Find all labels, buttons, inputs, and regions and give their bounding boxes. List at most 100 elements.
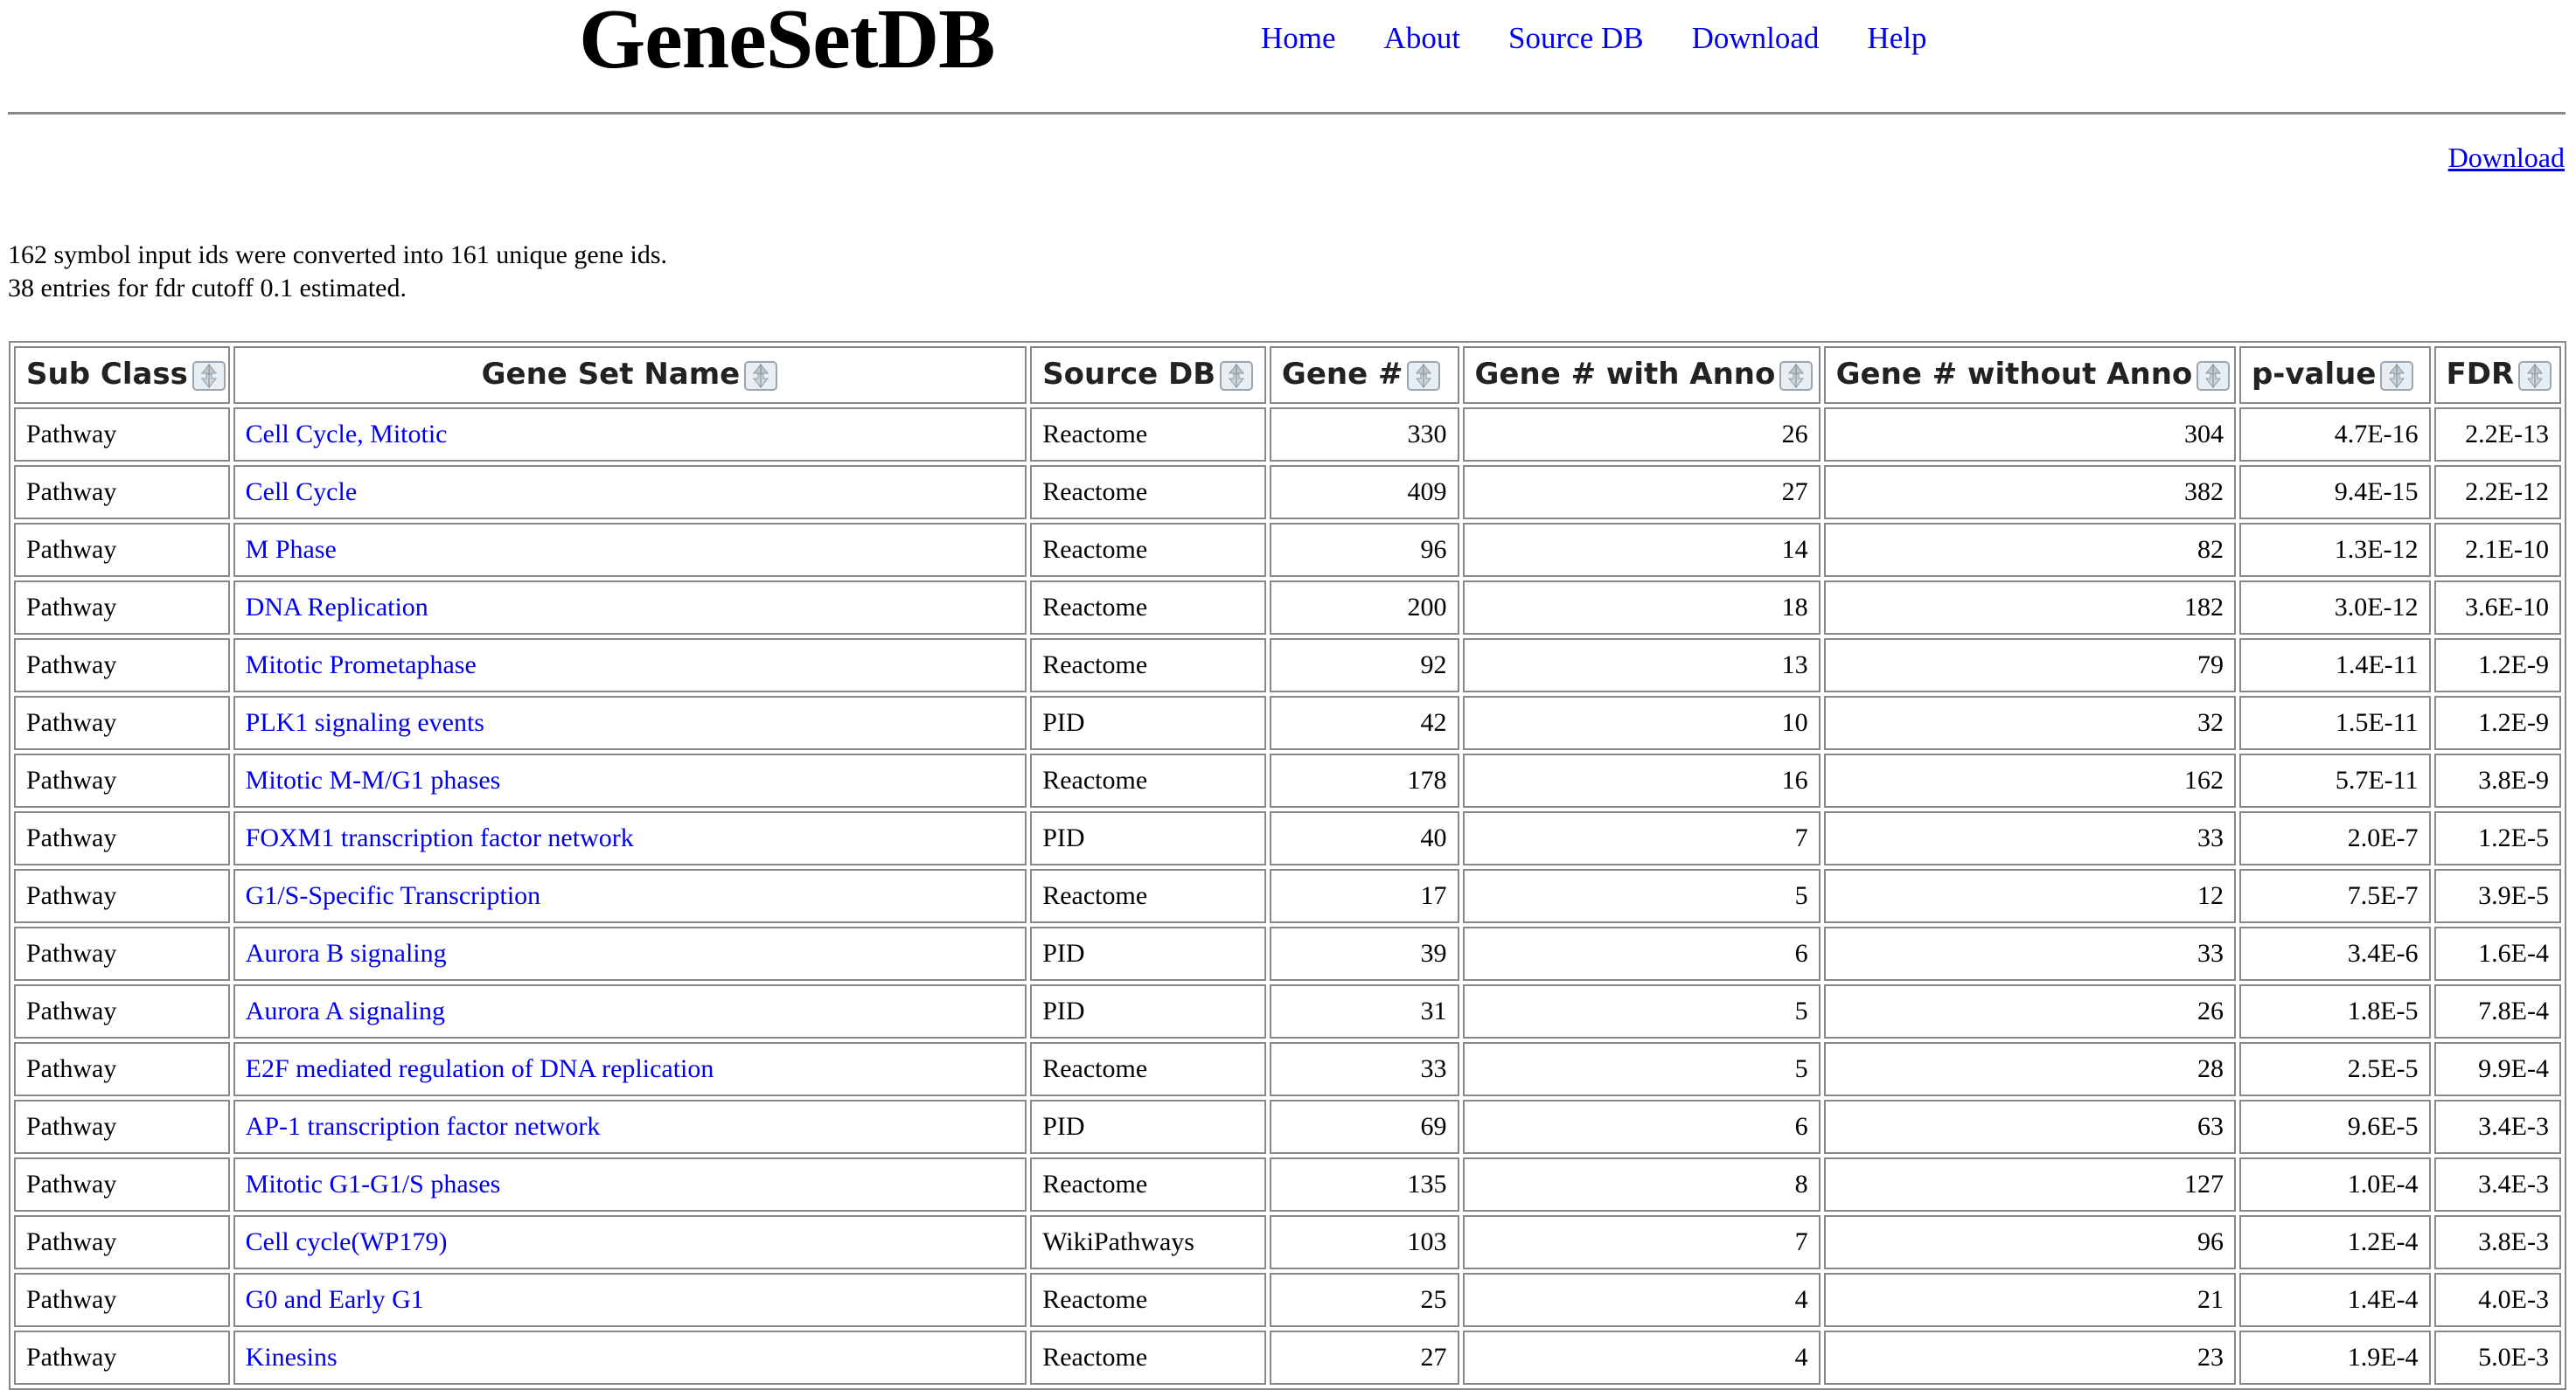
cell-p-value: 4.7E-16 [2238,407,2431,462]
cell-sub-class: Pathway [14,1215,230,1269]
gene-set-link[interactable]: E2F mediated regulation of DNA replicati… [246,1054,714,1083]
cell-fdr: 3.9E-5 [2433,869,2561,923]
cell-gene-count: 17 [1269,869,1459,923]
column-header-source-db[interactable]: Source DB [1030,346,1266,404]
cell-sub-class: Pathway [14,1331,230,1385]
cell-gene-set-name: FOXM1 transcription factor network [233,811,1027,865]
gene-set-link[interactable]: G0 and Early G1 [246,1285,424,1314]
column-header-sub-class[interactable]: Sub Class [14,346,230,404]
nav-download-link[interactable]: Download [1692,21,1820,56]
cell-gene-without-anno: 96 [1823,1215,2236,1269]
gene-set-link[interactable]: Mitotic Prometaphase [246,650,477,679]
gene-set-link[interactable]: FOXM1 transcription factor network [246,824,634,852]
gene-set-link[interactable]: Cell Cycle [246,477,357,506]
cell-fdr: 4.0E-3 [2433,1273,2561,1327]
header-divider [8,112,2566,115]
cell-p-value: 3.0E-12 [2238,580,2431,635]
cell-gene-count: 92 [1269,638,1459,692]
cell-gene-set-name: Cell Cycle, Mitotic [233,407,1027,462]
cell-source-db: Reactome [1030,580,1266,635]
cell-gene-set-name: G0 and Early G1 [233,1273,1027,1327]
gene-set-link[interactable]: Cell Cycle, Mitotic [246,420,448,448]
cell-p-value: 5.7E-11 [2238,754,2431,808]
cell-source-db: Reactome [1030,523,1266,577]
cell-gene-count: 40 [1269,811,1459,865]
gene-set-link[interactable]: PLK1 signaling events [246,708,484,737]
column-header-gene-with-anno[interactable]: Gene # with Anno [1462,346,1821,404]
cell-sub-class: Pathway [14,407,230,462]
gene-set-link[interactable]: AP-1 transcription factor network [246,1112,601,1141]
cell-gene-with-anno: 7 [1462,811,1821,865]
sort-arrows-icon[interactable] [2517,358,2552,393]
column-header-p-value[interactable]: p-value [2238,346,2431,404]
gene-set-link[interactable]: Mitotic G1-G1/S phases [246,1170,501,1199]
cell-p-value: 1.0E-4 [2238,1157,2431,1212]
cell-gene-count: 330 [1269,407,1459,462]
cell-gene-count: 409 [1269,465,1459,519]
gene-set-link[interactable]: Cell cycle(WP179) [246,1227,448,1256]
cell-fdr: 2.1E-10 [2433,523,2561,577]
cell-gene-with-anno: 4 [1462,1331,1821,1385]
cell-source-db: Reactome [1030,1273,1266,1327]
table-row: Pathway Mitotic M-M/G1 phases Reactome 178 1… [14,754,2561,808]
table-row: Pathway E2F mediated regulation of DNA re… [14,1042,2561,1096]
cell-sub-class: Pathway [14,1042,230,1096]
cell-gene-with-anno: 5 [1462,984,1821,1039]
cell-sub-class: Pathway [14,1273,230,1327]
gene-set-link[interactable]: Kinesins [246,1343,338,1372]
column-header-gene-count[interactable]: Gene # [1269,346,1459,404]
cell-source-db: PID [1030,984,1266,1039]
cell-p-value: 1.4E-11 [2238,638,2431,692]
results-download-link[interactable]: Download [2448,142,2565,174]
gene-set-link[interactable]: DNA Replication [246,593,428,622]
cell-gene-without-anno: 127 [1823,1157,2236,1212]
cell-gene-without-anno: 82 [1823,523,2236,577]
column-header-label: p-value [2251,357,2377,393]
column-header-label: Gene # without Anno [1835,357,2193,393]
cell-fdr: 5.0E-3 [2433,1331,2561,1385]
cell-gene-without-anno: 33 [1823,811,2236,865]
cell-p-value: 1.3E-12 [2238,523,2431,577]
gene-set-link[interactable]: Aurora A signaling [246,997,445,1025]
sort-arrows-icon[interactable] [1219,358,1254,393]
column-header-gene-set-name[interactable]: Gene Set Name [233,346,1027,404]
site-logo[interactable]: GeneSetDB [579,0,995,82]
column-header-label: Gene Set Name [481,357,741,393]
sort-arrows-icon[interactable] [743,358,778,393]
column-header-gene-without-anno[interactable]: Gene # without Anno [1823,346,2236,404]
sort-arrows-icon[interactable] [2379,358,2414,393]
cell-gene-count: 42 [1269,696,1459,750]
nav-source-db-link[interactable]: Source DB [1508,21,1644,56]
cell-source-db: PID [1030,811,1266,865]
column-header-fdr[interactable]: FDR [2433,346,2561,404]
cell-sub-class: Pathway [14,580,230,635]
gene-set-link[interactable]: Mitotic M-M/G1 phases [246,766,501,795]
cell-gene-set-name: Cell Cycle [233,465,1027,519]
table-header-row: Sub Class Gene Set Name Source DB Gene # Gen… [14,346,2561,404]
cell-p-value: 1.8E-5 [2238,984,2431,1039]
nav-about-link[interactable]: About [1384,21,1461,56]
sort-arrows-icon[interactable] [1406,358,1441,393]
cell-fdr: 1.2E-9 [2433,638,2561,692]
cell-gene-count: 69 [1269,1100,1459,1154]
gene-set-link[interactable]: G1/S-Specific Transcription [246,881,541,910]
cell-source-db: Reactome [1030,638,1266,692]
cell-gene-count: 103 [1269,1215,1459,1269]
cell-gene-without-anno: 21 [1823,1273,2236,1327]
nav-home-link[interactable]: Home [1261,21,1336,56]
cell-gene-set-name: G1/S-Specific Transcription [233,869,1027,923]
sort-arrows-icon[interactable] [2196,358,2231,393]
cell-gene-without-anno: 33 [1823,927,2236,981]
cell-p-value: 1.2E-4 [2238,1215,2431,1269]
cell-gene-count: 31 [1269,984,1459,1039]
nav-help-link[interactable]: Help [1867,21,1926,56]
table-row: Pathway Mitotic Prometaphase Reactome 92 13 7… [14,638,2561,692]
cell-gene-set-name: E2F mediated regulation of DNA replicati… [233,1042,1027,1096]
gene-set-link[interactable]: Aurora B signaling [246,939,447,968]
cell-gene-count: 200 [1269,580,1459,635]
gene-set-link[interactable]: M Phase [246,535,337,564]
sort-arrows-icon[interactable] [191,358,226,393]
sort-arrows-icon[interactable] [1779,358,1814,393]
cell-source-db: Reactome [1030,754,1266,808]
cell-p-value: 1.9E-4 [2238,1331,2431,1385]
